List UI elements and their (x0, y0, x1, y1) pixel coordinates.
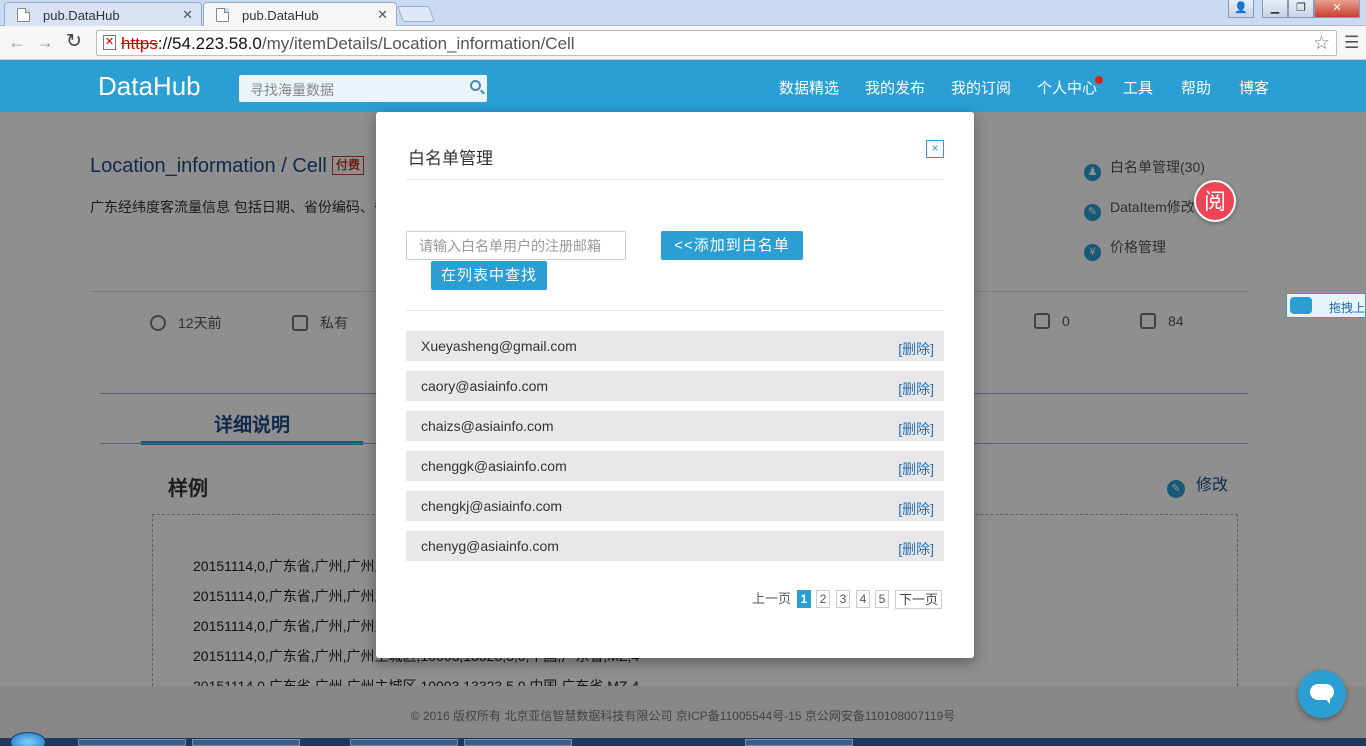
whitelist-row: caory@asiainfo.com [删除] (406, 371, 944, 401)
pagination-page[interactable]: 4 (856, 590, 870, 608)
reload-icon[interactable]: ↻ (66, 30, 82, 53)
browser-tab-2[interactable]: pub.DataHub ✕ (203, 2, 397, 27)
url-scheme: https (121, 34, 158, 53)
whitelist-row: chenggk@asiainfo.com [删除] (406, 451, 944, 481)
insecure-lock-icon[interactable]: ✕ (103, 35, 116, 50)
page-icon (17, 8, 30, 22)
nav-help[interactable]: 帮助 (1181, 77, 1211, 98)
whitelist-row: Xueyasheng@gmail.com [删除] (406, 331, 944, 361)
bookmark-star-icon[interactable]: ☆ (1313, 32, 1330, 55)
taskbar-item[interactable] (464, 739, 572, 746)
pagination-page[interactable]: 2 (816, 590, 830, 608)
whitelist-email: chenggk@asiainfo.com (421, 458, 567, 474)
chat-icon[interactable] (1298, 670, 1346, 718)
nav-blog[interactable]: 博客 (1239, 77, 1269, 98)
whitelist-email: chaizs@asiainfo.com (421, 418, 554, 434)
whitelist-email: chenyg@asiainfo.com (421, 538, 559, 554)
site-header: DataHub 寻找海量数据 数据精选 我的发布 我的订阅 个人中心 工具 帮助… (0, 60, 1366, 112)
whitelist-email-input[interactable] (406, 231, 626, 260)
whitelist-email: Xueyasheng@gmail.com (421, 338, 577, 354)
user-icon[interactable]: 👤 (1228, 0, 1254, 18)
delete-link[interactable]: [删除] (898, 459, 934, 479)
add-to-whitelist-button[interactable]: <<添加到白名单 (661, 231, 803, 260)
close-window-button[interactable]: ✕ (1314, 0, 1360, 18)
nav-personal-center[interactable]: 个人中心 (1037, 77, 1097, 98)
pagination-next[interactable]: 下一页 (895, 590, 943, 609)
reader-badge[interactable]: 阅 (1194, 180, 1236, 222)
browser-tabstrip: pub.DataHub ✕ pub.DataHub ✕ 👤 ▁ ❐ ✕ (0, 0, 1366, 27)
menu-icon[interactable]: ☰ (1344, 33, 1359, 53)
search-input[interactable]: 寻找海量数据 (239, 75, 487, 102)
forward-arrow-icon[interactable]: → (36, 32, 54, 53)
browser-tab-1[interactable]: pub.DataHub ✕ (4, 2, 202, 26)
notification-dot (1095, 76, 1103, 84)
new-tab-button[interactable] (397, 6, 435, 22)
close-icon[interactable]: × (926, 140, 944, 158)
delete-link[interactable]: [删除] (898, 419, 934, 439)
whitelist-row: chenyg@asiainfo.com [删除] (406, 531, 944, 561)
close-tab-icon[interactable]: ✕ (377, 7, 388, 23)
nav-my-subscriptions[interactable]: 我的订阅 (951, 77, 1011, 98)
modal-divider (406, 310, 944, 311)
pagination-page[interactable]: 1 (797, 590, 811, 608)
taskbar-item[interactable] (192, 739, 300, 746)
drag-upload-widget[interactable]: 拖拽上传 (1286, 293, 1366, 318)
pagination-page[interactable]: 5 (875, 590, 889, 608)
whitelist-email: caory@asiainfo.com (421, 378, 549, 394)
nav-my-publish[interactable]: 我的发布 (865, 77, 925, 98)
delete-link[interactable]: [删除] (898, 379, 934, 399)
browser-tab-label: pub.DataHub (43, 8, 120, 23)
back-arrow-icon[interactable]: ← (8, 32, 26, 53)
delete-link[interactable]: [删除] (898, 539, 934, 559)
url-path: /my/itemDetails/Location_information/Cel… (261, 34, 575, 53)
whitelist-row: chaizs@asiainfo.com [删除] (406, 411, 944, 441)
pagination-prev[interactable]: 上一页 (752, 590, 791, 609)
close-tab-icon[interactable]: ✕ (182, 7, 193, 23)
start-button[interactable] (10, 732, 46, 746)
modal-divider (406, 179, 944, 180)
address-bar: ← → ↻ ✕ https://54.223.58.0/my/itemDetai… (0, 26, 1366, 60)
delete-link[interactable]: [删除] (898, 339, 934, 359)
page-icon (216, 8, 229, 22)
search-placeholder: 寻找海量数据 (250, 82, 334, 98)
nav-featured[interactable]: 数据精选 (779, 77, 839, 98)
url-field[interactable]: ✕ https://54.223.58.0/my/itemDetails/Loc… (96, 30, 1337, 56)
taskbar-item[interactable] (78, 739, 186, 746)
nav-tools[interactable]: 工具 (1123, 77, 1153, 98)
whitelist-row: chengkj@asiainfo.com [删除] (406, 491, 944, 521)
browser-tab-label: pub.DataHub (242, 8, 319, 23)
whitelist-email: chengkj@asiainfo.com (421, 498, 563, 514)
drag-upload-label: 拖拽上传 (1329, 301, 1366, 315)
pagination-page[interactable]: 3 (836, 590, 850, 608)
minimize-button[interactable]: ▁ (1262, 0, 1288, 18)
search-icon[interactable] (470, 80, 481, 91)
url-host: ://54.223.58.0 (157, 34, 262, 53)
taskbar-item[interactable] (745, 739, 853, 746)
logo[interactable]: DataHub (98, 71, 201, 102)
whitelist-modal: 白名单管理 × <<添加到白名单 在列表中查找 Xueyasheng@gmail… (376, 112, 974, 658)
modal-title: 白名单管理 (408, 149, 493, 168)
taskbar-item[interactable] (350, 739, 458, 746)
delete-link[interactable]: [删除] (898, 499, 934, 519)
maximize-button[interactable]: ❐ (1288, 0, 1314, 18)
find-in-list-button[interactable]: 在列表中查找 (431, 261, 547, 290)
cloud-upload-icon (1290, 297, 1312, 314)
